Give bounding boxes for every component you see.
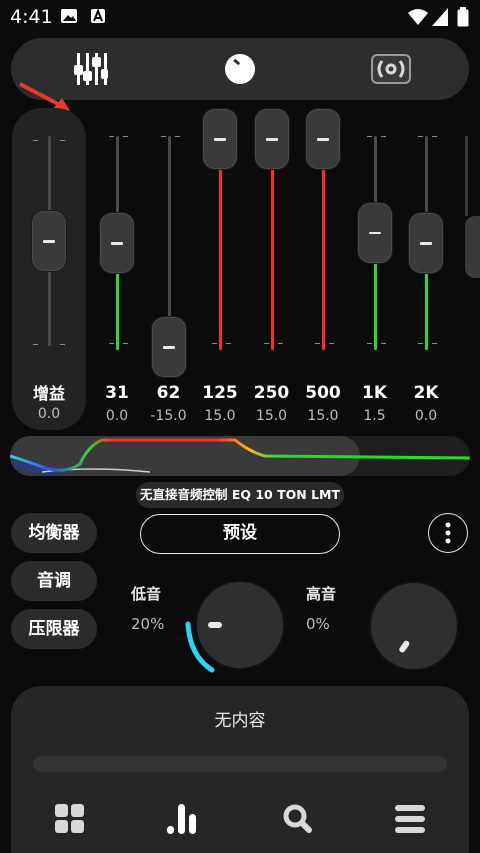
tab-tone-knob[interactable] — [180, 38, 300, 100]
eq-band-500 — [297, 108, 349, 430]
nav-apps-button[interactable] — [39, 794, 99, 844]
preset-status-label: 无直接音频控制 EQ 10 TON LMT — [136, 482, 344, 508]
eq-band-250 — [246, 108, 298, 430]
gain-slider-panel: 增益 0.0 — [12, 108, 86, 430]
eq-band-value-label: 0.0 — [414, 408, 438, 424]
search-icon — [283, 804, 312, 833]
tab-limiter-pill[interactable]: 压限器 — [11, 609, 97, 649]
eq-band-level-fill — [219, 139, 222, 350]
eq-band-value-label: 15.0 — [204, 408, 236, 424]
eq-band-2K — [400, 108, 452, 430]
mode-tab-bar — [11, 38, 469, 100]
bass-label: 低音 — [131, 585, 162, 603]
eq-band-value-label: 15.0 — [255, 408, 288, 424]
eq-curve-display — [10, 436, 470, 476]
more-options-button[interactable] — [428, 513, 468, 553]
eq-band-knob-2K[interactable] — [408, 212, 444, 274]
eq-band-value-label: 15.0 — [307, 408, 339, 424]
bass-value: 20% — [131, 615, 165, 633]
eq-band-frequency-label: 62 — [156, 383, 181, 403]
eq-band-knob-31[interactable] — [99, 212, 135, 274]
eq-band-knob-125[interactable] — [202, 108, 238, 170]
eq-band-level-fill — [322, 139, 325, 350]
knob-icon — [225, 54, 255, 84]
eq-curve-graph — [10, 436, 470, 476]
treble-value: 0% — [306, 615, 330, 633]
battery-icon — [457, 7, 469, 27]
gain-slider-knob[interactable] — [31, 210, 67, 272]
treble-label: 高音 — [306, 585, 337, 603]
eq-band-frequency-label: 2K — [413, 383, 439, 403]
treble-knob[interactable] — [368, 580, 462, 674]
wifi-icon — [408, 9, 428, 25]
eq-band-31 — [91, 108, 143, 430]
media-progress-bar[interactable] — [33, 756, 447, 772]
eq-band-knob-62[interactable] — [150, 316, 187, 378]
grid-icon — [55, 804, 84, 833]
eq-band-frequency-label: 250 — [253, 383, 290, 403]
nav-equalizer-button[interactable] — [153, 794, 213, 844]
app-notification-icon — [91, 8, 105, 23]
eq-band-frequency-label: 500 — [305, 383, 341, 403]
next-band-knob-partial[interactable] — [465, 216, 480, 278]
eq-band-frequency-label: 125 — [202, 383, 238, 403]
eq-band-125 — [194, 108, 246, 430]
eq-band-value-label: -15.0 — [150, 408, 187, 424]
gain-label: 增益 — [32, 384, 65, 403]
nav-menu-button[interactable] — [379, 794, 439, 844]
tab-surround[interactable] — [331, 38, 451, 100]
eq-band-knob-1K[interactable] — [356, 201, 393, 264]
signal-icon — [432, 8, 448, 26]
equalizer-sliders-icon — [74, 53, 108, 85]
image-notification-icon — [61, 9, 77, 23]
eq-band-value-label: 0.0 — [105, 408, 129, 424]
eq-band-knob-250[interactable] — [253, 108, 290, 170]
speaker-surround-icon — [371, 54, 411, 84]
more-vertical-icon — [445, 522, 450, 543]
bass-knob[interactable] — [180, 576, 286, 674]
gain-value: 0.0 — [37, 406, 61, 422]
presets-button[interactable]: 预设 — [140, 514, 340, 554]
menu-icon — [395, 805, 425, 833]
status-time: 4:41 — [10, 6, 53, 28]
tab-equalizer-pill[interactable]: 均衡器 — [11, 513, 97, 553]
eq-band-level-fill — [270, 139, 274, 350]
eq-band-knob-500[interactable] — [305, 108, 341, 170]
media-player-panel: 无内容 — [11, 686, 469, 853]
nav-search-button[interactable] — [267, 794, 327, 844]
bar-chart-icon — [167, 804, 196, 834]
no-content-label: 无内容 — [214, 711, 266, 731]
eq-band-frequency-label: 31 — [105, 383, 129, 403]
status-bar: 4:41 — [0, 0, 480, 34]
eq-band-62 — [143, 108, 195, 430]
eq-band-1K — [349, 108, 401, 430]
tab-tone-pill[interactable]: 音调 — [11, 561, 97, 601]
eq-band-value-label: 1.5 — [363, 408, 386, 424]
next-band-track-partial — [465, 136, 468, 216]
eq-band-frequency-label: 1K — [361, 383, 387, 403]
